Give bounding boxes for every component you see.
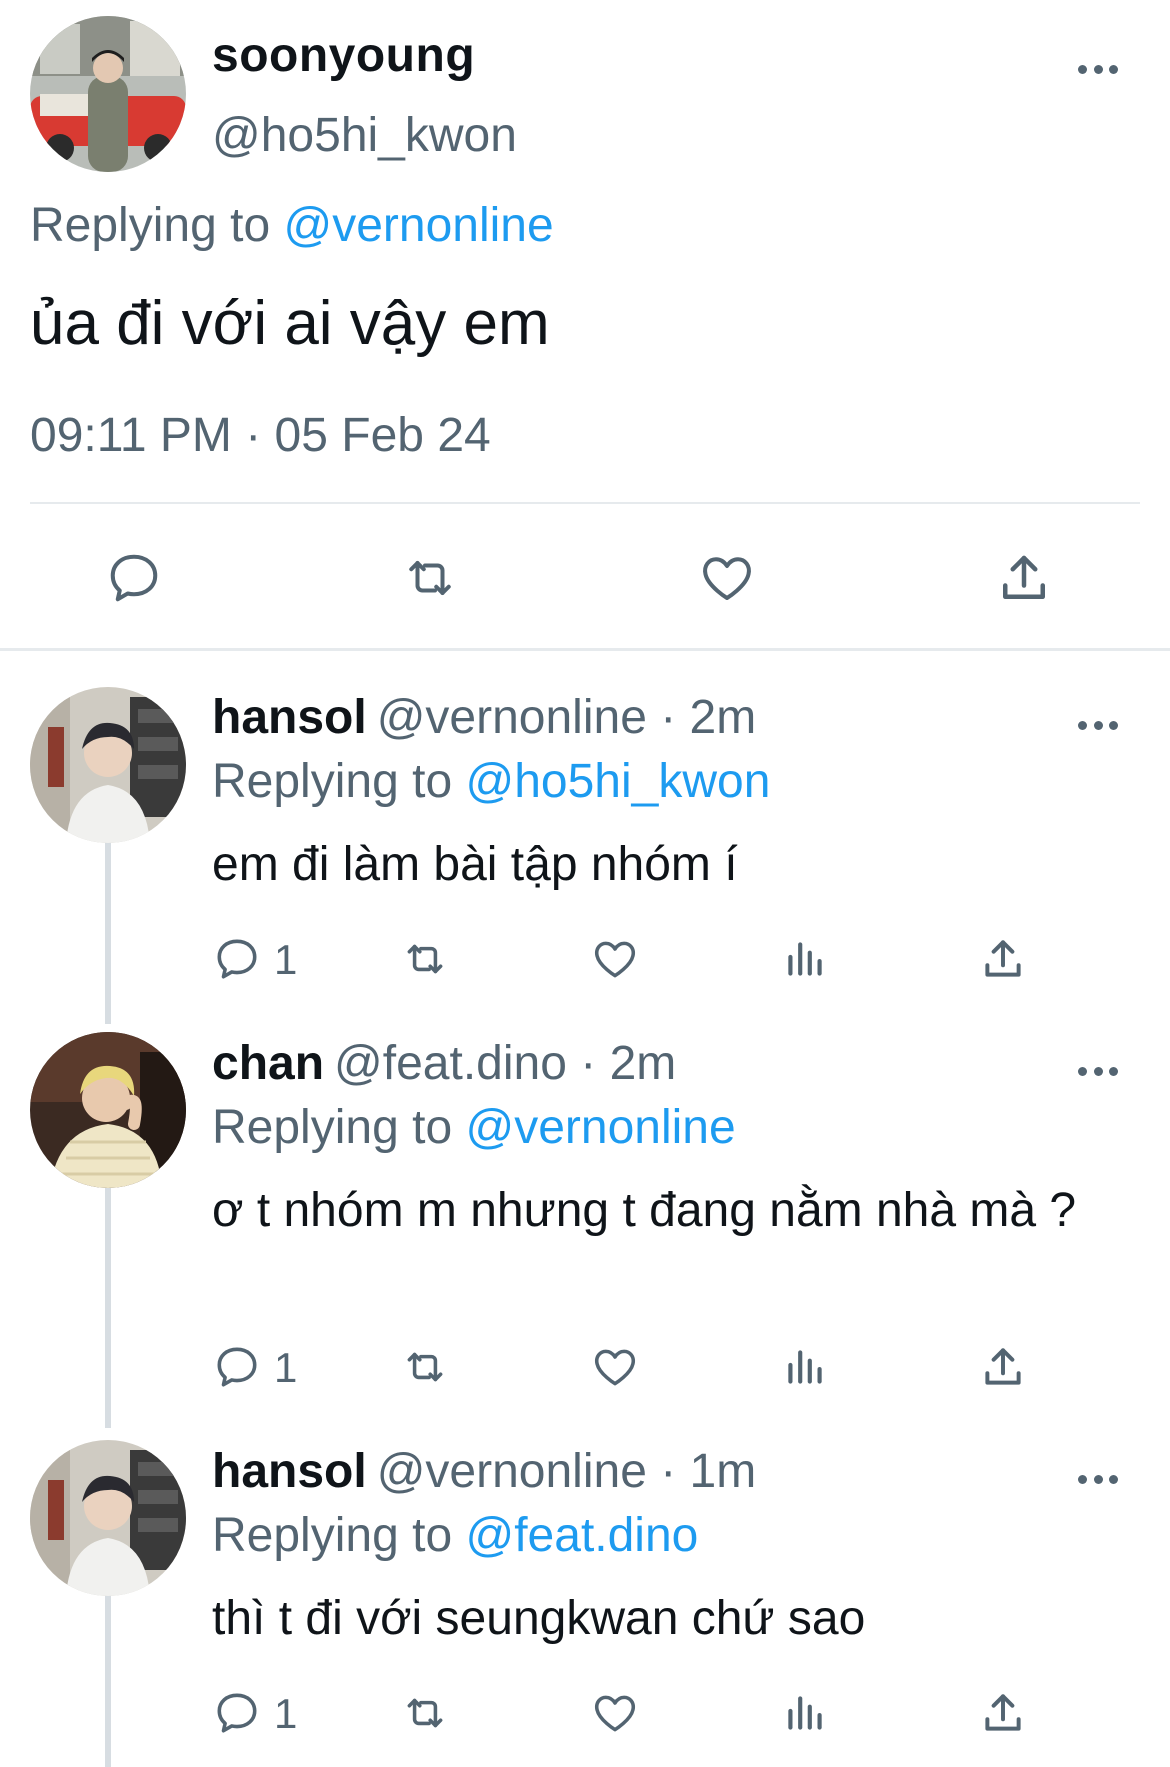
analytics-icon[interactable] (780, 934, 830, 984)
thread-line (105, 842, 111, 1024)
reply-icon[interactable] (212, 1688, 262, 1738)
analytics-icon[interactable] (780, 1342, 830, 1392)
replying-to-link[interactable]: @feat.dino (465, 1509, 698, 1562)
more-options-icon[interactable] (1078, 1472, 1118, 1486)
display-name[interactable]: soonyoung (212, 28, 475, 83)
share-icon[interactable] (978, 1342, 1028, 1392)
replying-to-link[interactable]: @vernonline (283, 199, 553, 252)
reply-count: 1 (274, 936, 298, 983)
replying-to-line: Replying to @vernonline (30, 198, 554, 253)
reply-icon[interactable] (104, 548, 164, 608)
avatar-hansol[interactable] (30, 687, 186, 843)
more-options-icon[interactable] (1078, 1064, 1118, 1078)
user-handle[interactable]: @ho5hi_kwon (212, 108, 517, 163)
retweet-icon[interactable] (400, 934, 450, 984)
share-icon[interactable] (994, 548, 1054, 608)
replying-to-line: Replying to @ho5hi_kwon (212, 754, 770, 809)
reply-count: 1 (274, 1690, 298, 1737)
reply-text: thì t đi với seungkwan chứ sao (212, 1592, 866, 1645)
like-icon[interactable] (697, 548, 757, 608)
avatar-soonyoung[interactable] (30, 16, 186, 172)
avatar-chan[interactable] (30, 1032, 186, 1188)
reply-text: ơ t nhóm m nhưng t đang nằm nhà mà ? (212, 1184, 1077, 1237)
reply-text: em đi làm bài tập nhóm í (212, 838, 738, 891)
replying-to-line: Replying to @vernonline (212, 1100, 736, 1155)
more-options-icon[interactable] (1078, 62, 1118, 76)
handle-time[interactable]: @vernonline · 2m (377, 691, 757, 744)
like-icon[interactable] (590, 1342, 640, 1392)
reply-header: hansol @vernonline · 2m (212, 690, 756, 745)
divider (30, 502, 1140, 504)
reply-icon[interactable] (212, 934, 262, 984)
replying-to-line: Replying to @feat.dino (212, 1508, 698, 1563)
reply-header: chan @feat.dino · 2m (212, 1036, 676, 1091)
display-name[interactable]: hansol (212, 1445, 367, 1498)
handle-time[interactable]: @vernonline · 1m (377, 1445, 757, 1498)
thread-line (105, 1592, 111, 1767)
reply-header: hansol @vernonline · 1m (212, 1444, 756, 1499)
avatar-hansol[interactable] (30, 1440, 186, 1596)
reply-count: 1 (274, 1344, 298, 1391)
handle-time[interactable]: @feat.dino · 2m (334, 1037, 676, 1090)
display-name[interactable]: chan (212, 1037, 324, 1090)
share-icon[interactable] (978, 934, 1028, 984)
reply-icon[interactable] (212, 1342, 262, 1392)
retweet-icon[interactable] (400, 548, 460, 608)
replying-to-label: Replying to (212, 1101, 453, 1154)
thread-line (105, 1186, 111, 1428)
replying-to-label: Replying to (212, 1509, 453, 1562)
replying-to-link[interactable]: @vernonline (465, 1101, 735, 1154)
replying-to-label: Replying to (212, 755, 453, 808)
tweet-text: ủa đi với ai vậy em (30, 289, 550, 358)
replying-to-label: Replying to (30, 199, 271, 252)
like-icon[interactable] (590, 934, 640, 984)
retweet-icon[interactable] (400, 1342, 450, 1392)
replying-to-link[interactable]: @ho5hi_kwon (465, 755, 770, 808)
analytics-icon[interactable] (780, 1688, 830, 1738)
section-divider (0, 648, 1170, 651)
retweet-icon[interactable] (400, 1688, 450, 1738)
like-icon[interactable] (590, 1688, 640, 1738)
more-options-icon[interactable] (1078, 718, 1118, 732)
display-name[interactable]: hansol (212, 691, 367, 744)
share-icon[interactable] (978, 1688, 1028, 1738)
tweet-timestamp[interactable]: 09:11 PM · 05 Feb 24 (30, 408, 491, 463)
